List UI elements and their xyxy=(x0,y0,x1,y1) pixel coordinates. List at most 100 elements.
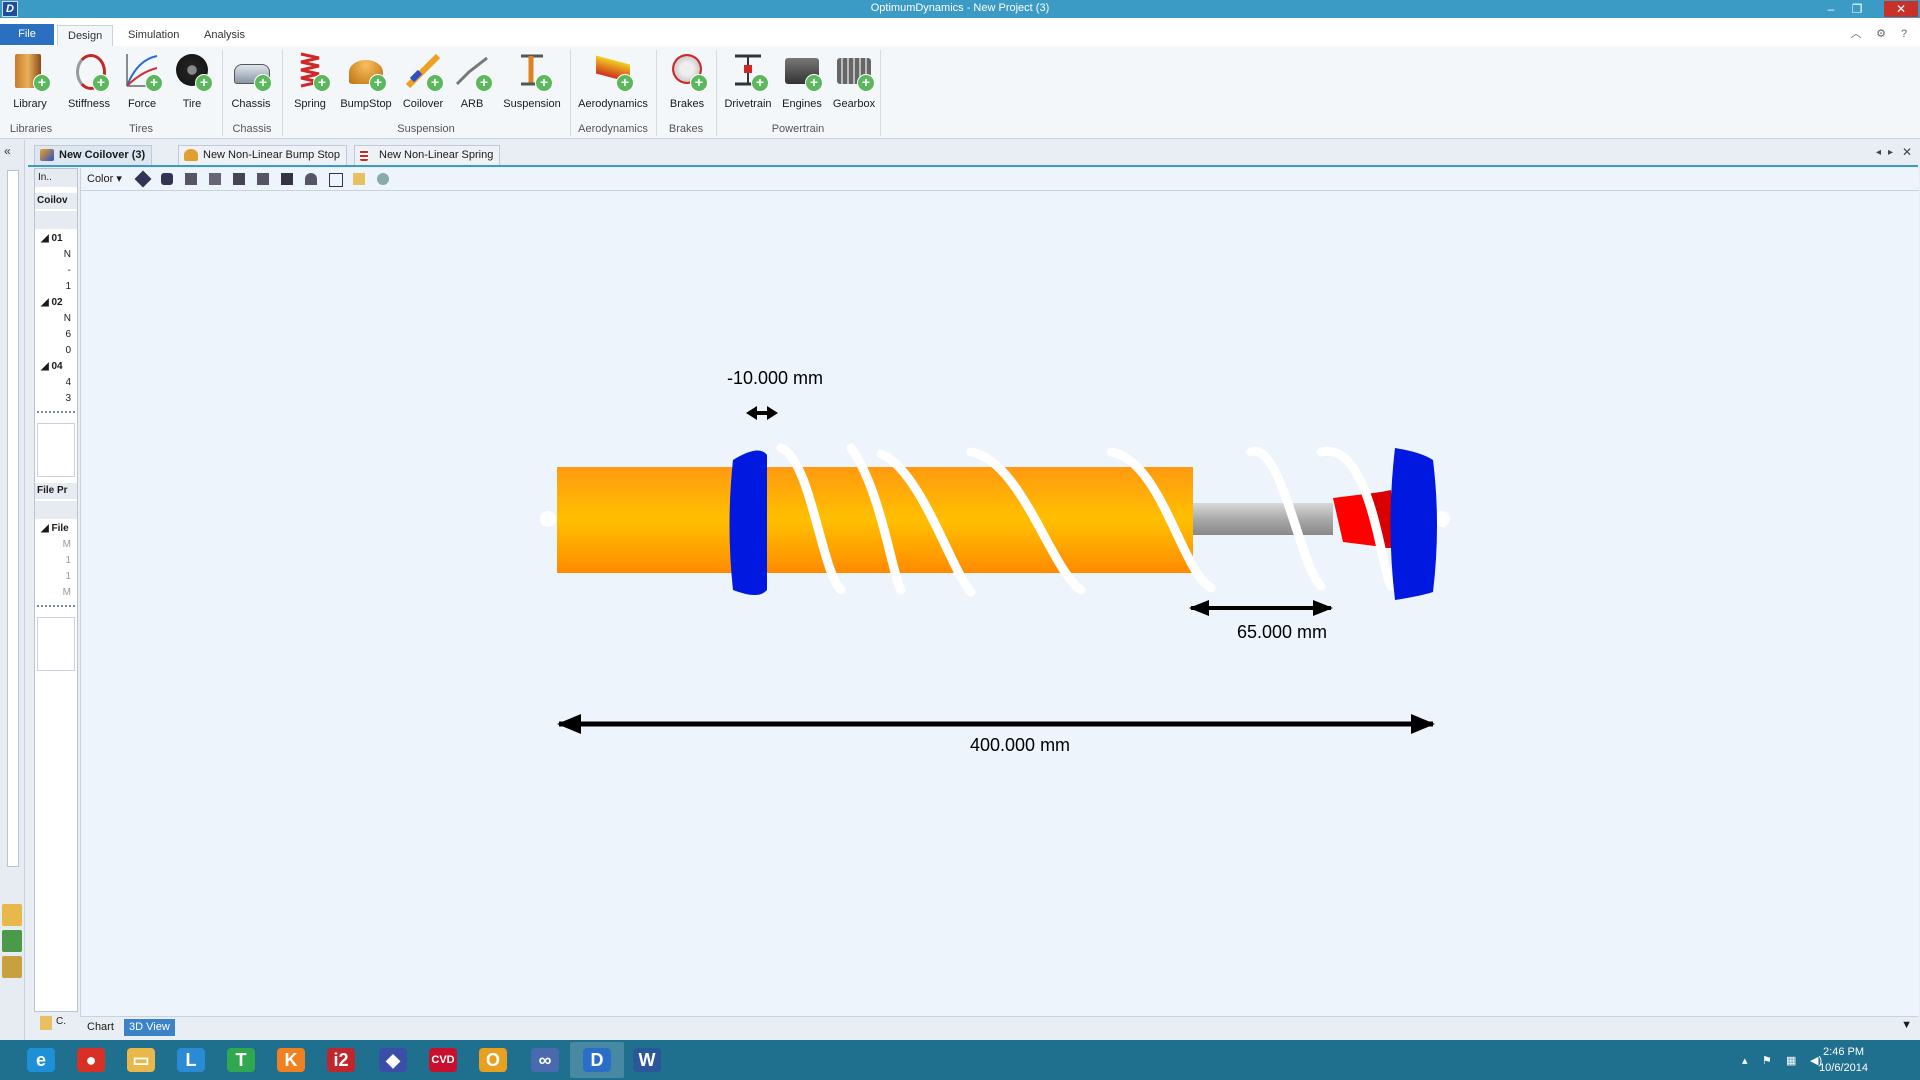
tab-chart[interactable]: Chart xyxy=(82,1019,119,1036)
property-category[interactable]: ◢ File xyxy=(35,521,77,537)
engines-button[interactable]: + Engines xyxy=(778,50,826,120)
notes-tool-icon[interactable] xyxy=(2,904,22,926)
property-category[interactable]: ◢ 02 xyxy=(35,295,77,311)
grid-toggle-icon[interactable] xyxy=(329,173,343,187)
top-view-icon[interactable] xyxy=(209,173,221,185)
taskbar-item[interactable]: e xyxy=(14,1042,68,1078)
doc-tab-spring[interactable]: New Non-Linear Spring xyxy=(354,145,501,165)
damper-body[interactable] xyxy=(557,467,1193,573)
taskbar-item[interactable]: O xyxy=(466,1042,520,1078)
side-view-icon[interactable] xyxy=(185,173,197,185)
taskbar-item[interactable]: K xyxy=(264,1042,318,1078)
perspective-icon[interactable] xyxy=(305,173,317,185)
tire-button[interactable]: + Tire xyxy=(172,50,213,120)
right-view-icon[interactable] xyxy=(281,173,293,185)
aerodynamics-button[interactable]: + Aerodynamics xyxy=(576,50,650,120)
taskbar-item[interactable]: W xyxy=(620,1042,674,1078)
clipboard-icon[interactable] xyxy=(353,173,365,185)
property-value[interactable]: 1 xyxy=(35,279,77,295)
close-button[interactable]: ✕ xyxy=(1884,1,1918,17)
tab-analysis[interactable]: Analysis xyxy=(194,25,255,45)
coilover-icon xyxy=(40,149,54,161)
property-value[interactable]: 1 xyxy=(35,569,77,585)
taskbar-item[interactable]: ∞ xyxy=(518,1042,572,1078)
library-button[interactable]: + Library xyxy=(8,50,52,120)
help-icon[interactable]: ? xyxy=(1898,28,1910,40)
taskbar-item[interactable]: T xyxy=(214,1042,268,1078)
iso-view-icon[interactable] xyxy=(134,170,152,188)
front-view-icon[interactable] xyxy=(161,173,173,185)
doc-tab-coilover[interactable]: New Coilover (3) xyxy=(34,145,153,165)
collapse-panel-icon[interactable]: « xyxy=(4,144,11,158)
network-icon[interactable]: ▦ xyxy=(1786,1054,1796,1067)
minimize-button[interactable]: – xyxy=(1820,1,1842,17)
taskbar-item[interactable]: D xyxy=(570,1042,624,1078)
settings-gear-icon[interactable]: ⚙ xyxy=(1875,28,1887,40)
reset-view-icon[interactable] xyxy=(377,173,389,185)
coilover-scene[interactable]: -10.000 mm 65.000 mm 400.000 mm xyxy=(81,190,1919,1016)
arb-button[interactable]: + ARB xyxy=(452,50,493,120)
property-category[interactable]: ◢ 04 xyxy=(35,359,77,375)
drivetrain-button[interactable]: + Drivetrain xyxy=(722,50,774,120)
stiffness-button[interactable]: + Stiffness xyxy=(66,50,112,120)
splitter[interactable] xyxy=(37,605,75,611)
color-dropdown[interactable]: Color ▾ xyxy=(87,172,122,185)
bottom-view-icon[interactable] xyxy=(257,173,269,185)
property-value[interactable]: 3 xyxy=(35,391,77,407)
flag-icon[interactable]: ⚑ xyxy=(1762,1054,1772,1067)
tab-file[interactable]: File xyxy=(0,24,54,45)
property-toolbar[interactable] xyxy=(35,211,77,229)
doc-tab-bumpstop[interactable]: New Non-Linear Bump Stop xyxy=(178,145,347,165)
inspector-header[interactable]: In.. xyxy=(35,169,77,187)
tab-design[interactable]: Design xyxy=(57,25,114,46)
property-value[interactable]: M xyxy=(35,585,77,601)
taskbar-item[interactable]: ◆ xyxy=(366,1042,420,1078)
force-button[interactable]: + Force xyxy=(120,50,164,120)
taskbar-item[interactable]: ▭ xyxy=(114,1042,168,1078)
property-value[interactable]: 0 xyxy=(35,343,77,359)
tab-simulation[interactable]: Simulation xyxy=(118,25,189,45)
property-value[interactable]: 1 xyxy=(35,553,77,569)
tab-scroll-right-icon[interactable]: ▸ xyxy=(1888,147,1893,158)
lower-spring-perch[interactable] xyxy=(729,450,768,595)
upper-spring-perch[interactable] xyxy=(1390,448,1438,600)
close-tab-icon[interactable]: ✕ xyxy=(1902,145,1912,159)
collapse-ribbon-icon[interactable]: ︿ xyxy=(1850,28,1862,40)
brakes-button[interactable]: + Brakes xyxy=(662,50,712,120)
property-value[interactable]: N xyxy=(35,247,77,263)
chrome-icon: ● xyxy=(77,1048,105,1072)
left-scrollbar[interactable] xyxy=(7,170,19,867)
chassis-button[interactable]: + Chassis xyxy=(228,50,274,120)
taskbar-item[interactable]: i2 xyxy=(314,1042,368,1078)
restore-button[interactable]: ❐ xyxy=(1846,1,1868,17)
clock[interactable]: 2:46 PM 10/6/2014 xyxy=(1819,1044,1868,1076)
suspension-button[interactable]: + Suspension xyxy=(500,50,564,120)
back-view-icon[interactable] xyxy=(233,173,245,185)
taskbar-item[interactable]: L xyxy=(164,1042,218,1078)
dropdown-arrow-icon[interactable]: ▼ xyxy=(1901,1019,1912,1031)
property-value[interactable]: 4 xyxy=(35,375,77,391)
taskbar-item[interactable]: CVD xyxy=(416,1042,470,1078)
3d-viewport[interactable]: Color ▾ -10.000 mm 65.000 mm 400.000 mm xyxy=(80,168,1919,1016)
gearbox-button[interactable]: + Gearbox xyxy=(830,50,878,120)
tab-3d-view[interactable]: 3D View xyxy=(124,1019,175,1036)
tab-scroll-left-icon[interactable]: ◂ xyxy=(1876,147,1881,158)
bumpstop-button[interactable]: + BumpStop xyxy=(338,50,394,120)
splitter[interactable] xyxy=(37,411,75,417)
property-category[interactable]: ◢ 01 xyxy=(35,231,77,247)
library-panel-icon[interactable] xyxy=(40,1016,52,1030)
property-value[interactable]: 6 xyxy=(35,327,77,343)
taskbar-item[interactable]: ● xyxy=(64,1042,118,1078)
show-hidden-icons-icon[interactable]: ▴ xyxy=(1742,1054,1748,1067)
damper-rod[interactable] xyxy=(1193,503,1333,535)
property-value[interactable]: - xyxy=(35,263,77,279)
spring-button[interactable]: + Spring xyxy=(288,50,332,120)
sim-tool-icon[interactable] xyxy=(2,930,22,952)
property-value[interactable]: M xyxy=(35,537,77,553)
component-panel-icon[interactable]: C. xyxy=(56,1016,70,1030)
file-property-toolbar[interactable] xyxy=(35,501,77,519)
ribbon-separator xyxy=(656,50,657,136)
coilover-button[interactable]: + Coilover xyxy=(398,50,448,120)
property-value[interactable]: N xyxy=(35,311,77,327)
search-tool-icon[interactable] xyxy=(2,956,22,978)
